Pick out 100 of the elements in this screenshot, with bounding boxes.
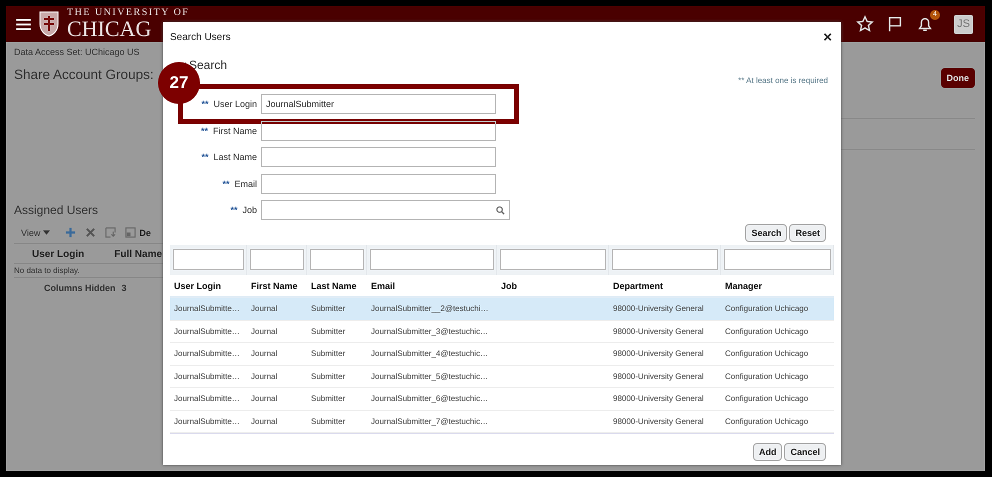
- table-cell-text: JournalSubmitter_3@testuchic…: [370, 326, 490, 336]
- table-cell-text: JournalSubmitter_5@testuchic…: [370, 372, 490, 381]
- table-cell-text: JournalSubmitte…: [173, 394, 241, 404]
- table-cell-text: Submitter: [310, 372, 346, 381]
- action-button[interactable]: Search: [745, 224, 788, 242]
- filter-field[interactable]: [250, 249, 304, 270]
- menu-icon[interactable]: [16, 18, 31, 30]
- table-cell-text: Journal: [250, 416, 278, 426]
- table-cell-text: JournalSubmitte…: [173, 304, 241, 314]
- filter-field[interactable]: [612, 249, 718, 270]
- required-mark: **: [230, 205, 238, 215]
- field-label: First Name: [212, 126, 257, 136]
- view-menu[interactable]: View: [21, 228, 40, 238]
- filter-field[interactable]: [173, 249, 244, 270]
- input-field[interactable]: JournalSubmitter: [261, 94, 496, 114]
- table-row[interactable]: JournalSubmitte… Journal Submitter JournalSubmitter_7@testuchic… 98000-University General Configuration Uchicago: [170, 410, 834, 433]
- table-cell-text: JournalSubmitte…: [173, 326, 241, 336]
- input-field[interactable]: [261, 147, 496, 167]
- dialog-title: Search Users: [170, 32, 231, 42]
- table-cell-text: JournalSubmitter_7@testuchic…: [370, 416, 490, 426]
- job-field[interactable]: [261, 200, 510, 220]
- table-cell-text: 98000-University General: [612, 349, 705, 358]
- table-cell-text: 98000-University General: [612, 416, 705, 426]
- column-header: User Login: [32, 249, 84, 260]
- column-header: Email: [370, 280, 396, 290]
- column-header: First Name: [250, 280, 299, 290]
- table-row[interactable]: JournalSubmitte… Journal Submitter JournalSubmitter_4@testuchic… 98000-University General Configuration Uchicago: [170, 343, 834, 366]
- table-cell-text: Journal: [250, 372, 278, 381]
- flag-icon[interactable]: [886, 15, 904, 33]
- table-cell-text: 98000-University General: [612, 304, 705, 314]
- table-cell-text: JournalSubmitter__2@testuchi…: [370, 304, 490, 314]
- column-header: Job: [500, 280, 518, 290]
- table-row[interactable]: JournalSubmitte… Journal Submitter JournalSubmitter_3@testuchic… 98000-University General Configuration Uchicago: [170, 320, 834, 343]
- required-mark: **: [200, 126, 208, 136]
- shield-icon: [39, 11, 59, 37]
- table-cell-text: 98000-University General: [612, 372, 705, 381]
- table-cell-text: 98000-University General: [612, 326, 705, 336]
- caret-icon[interactable]: [43, 230, 50, 235]
- table-cell-text: Configuration Uchicago: [724, 326, 810, 336]
- table-cell-text: Submitter: [310, 326, 346, 336]
- search-icon[interactable]: [496, 206, 505, 214]
- filter-field[interactable]: [500, 249, 606, 270]
- action-button[interactable]: Reset: [789, 224, 826, 242]
- filter-field[interactable]: [370, 249, 494, 270]
- data-access-set: Data Access Set: UChicago US: [14, 47, 141, 57]
- filter-field[interactable]: [724, 249, 831, 270]
- close-button[interactable]: ×: [823, 28, 832, 46]
- table-cell-text: JournalSubmitte…: [173, 416, 241, 426]
- logo-subtitle: THE UNIVERSITY OF: [67, 8, 190, 18]
- action-button[interactable]: Add: [752, 443, 782, 461]
- section-title: Assigned Users: [14, 203, 100, 217]
- table-row[interactable]: JournalSubmitte… Journal Submitter JournalSubmitter_6@testuchic… 98000-University General Configuration Uchicago: [170, 388, 834, 410]
- table-cell-text: 98000-University General: [612, 394, 705, 404]
- required-note: ** At least one is required: [738, 76, 829, 87]
- table-cell-text: Journal: [250, 304, 278, 314]
- table-row[interactable]: JournalSubmitte… Journal Submitter JournalSubmitter__2@testuchi… 98000-University General Configuration Uchicago: [170, 298, 834, 320]
- logo-title: CHICAG: [67, 18, 152, 40]
- column-header: User Login: [173, 280, 222, 290]
- table-cell-text: Configuration Uchicago: [724, 349, 810, 358]
- table-cell-text: Submitter: [310, 416, 346, 426]
- field-label: Email: [234, 178, 257, 188]
- column-header: Manager: [724, 280, 764, 290]
- table-cell-text: Journal: [250, 349, 278, 358]
- action-button[interactable]: Cancel: [784, 443, 826, 461]
- export-icon[interactable]: [105, 227, 116, 238]
- table-cell-text: Journal: [250, 394, 278, 404]
- toolbar-label[interactable]: De: [139, 228, 151, 238]
- table-cell-text: JournalSubmitter_4@testuchic…: [370, 349, 490, 358]
- table-cell-text: Configuration Uchicago: [724, 304, 810, 314]
- table-cell-text: JournalSubmitter_6@testuchic…: [370, 394, 490, 404]
- table-cell-text: Journal: [250, 326, 278, 336]
- table-cell-text: Submitter: [310, 304, 346, 314]
- table-cell-text: Configuration Uchicago: [724, 372, 810, 381]
- columns-hidden-label: Columns Hidden: [44, 283, 116, 293]
- column-header: Full Name: [114, 249, 162, 260]
- required-mark: **: [222, 178, 230, 188]
- table-cell-text: Configuration Uchicago: [724, 416, 810, 426]
- page-title: Share Account Groups:: [14, 67, 155, 82]
- field-label: Last Name: [213, 152, 257, 162]
- table-cell-text: Submitter: [310, 394, 346, 404]
- table-cell-text: JournalSubmitte…: [173, 372, 241, 381]
- required-mark: **: [201, 99, 208, 109]
- table-cell-text: Submitter: [310, 349, 346, 358]
- filter-field[interactable]: [310, 249, 364, 270]
- field-label: User Login: [213, 99, 257, 109]
- close-icon[interactable]: [85, 227, 96, 238]
- table-cell-text: Configuration Uchicago: [724, 394, 810, 404]
- columns-hidden-count: 3: [122, 283, 127, 293]
- field-label: Job: [242, 205, 257, 215]
- detach-icon[interactable]: [125, 227, 136, 238]
- required-mark: **: [201, 152, 208, 162]
- done-button[interactable]: Done: [940, 68, 975, 88]
- input-field[interactable]: [261, 120, 496, 140]
- star-icon[interactable]: [856, 15, 874, 33]
- column-header: Last Name: [310, 280, 358, 290]
- bell-icon[interactable]: [916, 15, 934, 33]
- input-field[interactable]: [261, 174, 496, 194]
- table-row[interactable]: JournalSubmitte… Journal Submitter JournalSubmitter_5@testuchic… 98000-University General Configuration Uchicago: [170, 366, 834, 388]
- plus-icon[interactable]: [65, 227, 76, 238]
- column-header: Department: [612, 280, 664, 290]
